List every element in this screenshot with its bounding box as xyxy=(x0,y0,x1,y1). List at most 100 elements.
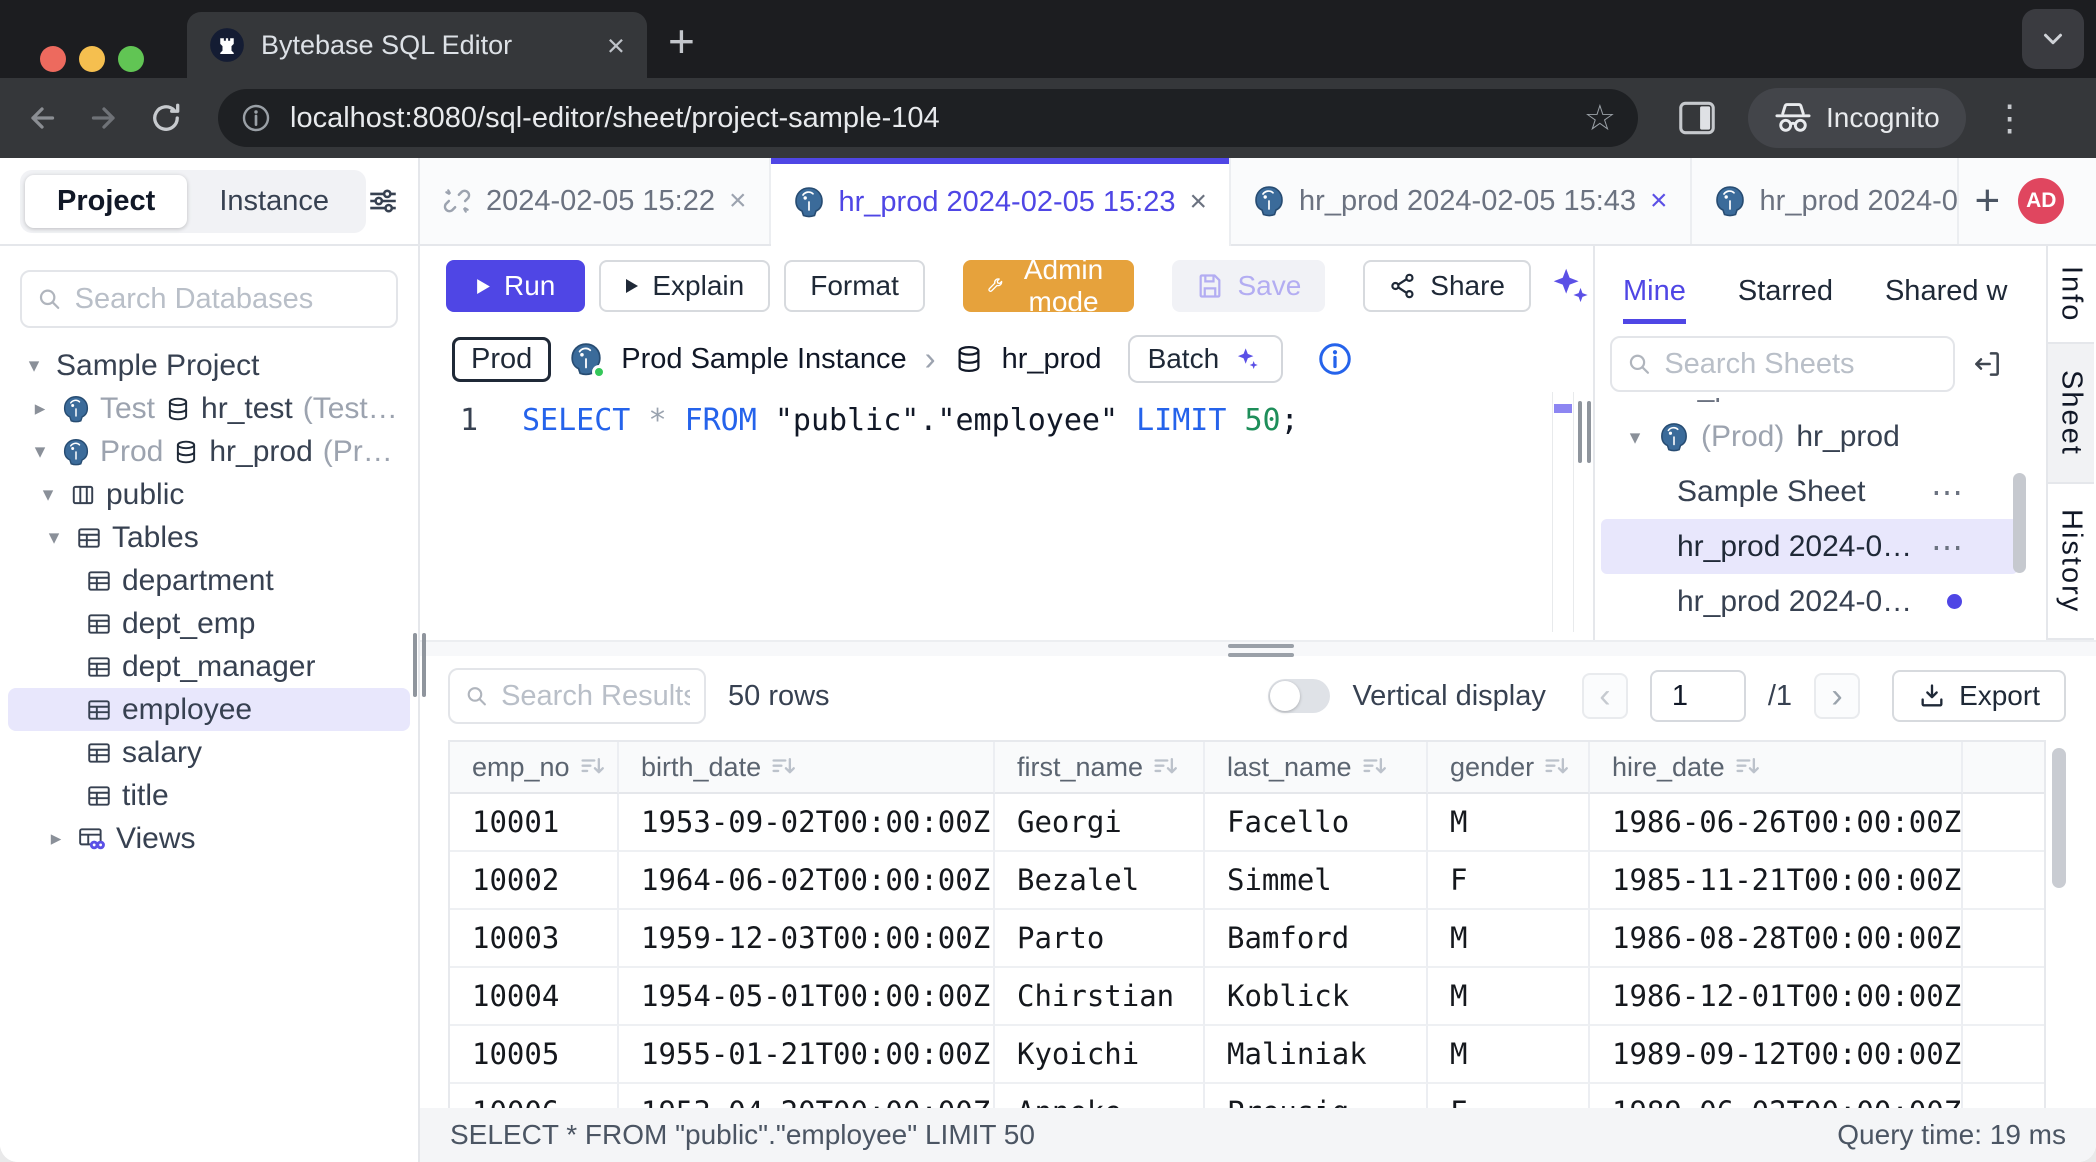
cell[interactable]: 1959-12-03T00:00:00Z xyxy=(619,910,995,968)
sheet-tab-active[interactable]: hr_prod 2024-02-05 15:23 × xyxy=(771,158,1232,246)
tab-shared-with-me[interactable]: Shared w xyxy=(1885,275,2017,324)
cell[interactable]: 1954-05-01T00:00:00Z xyxy=(619,968,995,1026)
sheet-item-clipped-bottom[interactable]: hr_prod 2024-0… xyxy=(1601,629,2018,640)
vertical-display-toggle[interactable] xyxy=(1268,679,1330,713)
cell[interactable]: M xyxy=(1428,1026,1590,1084)
batch-mode-button[interactable]: Batch xyxy=(1128,335,1284,383)
run-button[interactable]: Run xyxy=(446,260,585,312)
cell[interactable]: M xyxy=(1428,910,1590,968)
ai-assistant-button[interactable] xyxy=(1547,263,1593,309)
column-header-hire-date[interactable]: hire_date xyxy=(1590,742,1963,794)
minimize-window-button[interactable] xyxy=(79,46,105,72)
column-header-gender[interactable]: gender xyxy=(1428,742,1590,794)
tab-close-icon[interactable]: × xyxy=(607,30,625,61)
cell[interactable]: Bamford xyxy=(1205,910,1428,968)
close-icon[interactable]: × xyxy=(1190,187,1208,217)
tree-item-database-test[interactable]: ▸ Test hr_test (Test… xyxy=(0,387,418,430)
caret-down-icon[interactable]: ▾ xyxy=(28,439,52,464)
environment-chip[interactable]: Prod xyxy=(452,337,551,382)
column-header-birth-date[interactable]: birth_date xyxy=(619,742,995,794)
sort-icon[interactable] xyxy=(1735,754,1761,780)
tree-item-table-dept-manager[interactable]: dept_manager xyxy=(0,645,418,688)
close-icon[interactable]: × xyxy=(729,186,747,216)
cell[interactable]: Koblick xyxy=(1205,968,1428,1026)
caret-right-icon[interactable]: ▸ xyxy=(28,396,52,421)
explain-button[interactable]: Explain xyxy=(599,260,770,312)
site-info-icon[interactable] xyxy=(240,102,272,134)
cell[interactable]: Simmel xyxy=(1205,852,1428,910)
more-menu-icon[interactable]: ⋯ xyxy=(1931,528,1966,566)
browser-menu-button[interactable]: ⋮ xyxy=(1992,97,2028,139)
prev-page-button[interactable]: ‹ xyxy=(1582,673,1628,719)
cell[interactable]: 1964-06-02T00:00:00Z xyxy=(619,852,995,910)
sheet-list-scrollbar[interactable] xyxy=(2013,473,2026,573)
user-avatar[interactable]: AD xyxy=(2018,178,2064,224)
tab-mine[interactable]: Mine xyxy=(1623,275,1686,324)
more-menu-icon[interactable]: ⋯ xyxy=(1931,473,1966,511)
caret-down-icon[interactable]: ▾ xyxy=(1623,425,1647,450)
cell[interactable]: 1986-12-01T00:00:00Z xyxy=(1590,968,1963,1026)
editor-panel-resize-handle[interactable] xyxy=(1578,401,1591,463)
results-scrollbar[interactable] xyxy=(2052,748,2066,888)
tab-project[interactable]: Project xyxy=(25,175,187,228)
save-button[interactable]: Save xyxy=(1172,260,1325,312)
tree-item-table-salary[interactable]: salary xyxy=(0,731,418,774)
sort-icon[interactable] xyxy=(1153,754,1179,780)
cell[interactable]: 1989-06-02T00:00:00Z xyxy=(1590,1084,1963,1108)
tree-item-tables-group[interactable]: ▾ Tables xyxy=(0,516,418,559)
rail-tab-sheet[interactable]: Sheet xyxy=(2048,344,2094,484)
cell[interactable]: 1989-09-12T00:00:00Z xyxy=(1590,1026,1963,1084)
tree-item-project[interactable]: ▾ Sample Project xyxy=(0,344,418,387)
database-search-input[interactable] xyxy=(75,283,382,316)
tab-instance[interactable]: Instance xyxy=(187,175,361,228)
cell[interactable]: 1986-08-28T00:00:00Z xyxy=(1590,910,1963,968)
database-name[interactable]: hr_prod xyxy=(1002,343,1102,376)
results-search-input[interactable] xyxy=(501,680,690,713)
close-window-button[interactable] xyxy=(40,46,66,72)
sort-icon[interactable] xyxy=(1362,754,1388,780)
cell[interactable]: 10004 xyxy=(450,968,619,1026)
format-button[interactable]: Format xyxy=(784,260,925,312)
rail-tab-history[interactable]: History xyxy=(2048,484,2094,640)
export-button[interactable]: Export xyxy=(1892,670,2066,722)
sheet-item-clipped-top[interactable]: hr_prod 2024-0… xyxy=(1595,398,2024,410)
cell[interactable]: Georgi xyxy=(995,794,1205,852)
cell[interactable]: 1986-06-26T00:00:00Z xyxy=(1590,794,1963,852)
sheet-item-selected[interactable]: hr_prod 2024-0… ⋯ xyxy=(1601,519,2018,574)
filter-settings-button[interactable] xyxy=(366,184,400,218)
cell[interactable]: Anneke xyxy=(995,1084,1205,1108)
column-header-emp-no[interactable]: emp_no xyxy=(450,742,619,794)
tree-item-views-group[interactable]: ▸ Views xyxy=(0,817,418,860)
cell[interactable]: F xyxy=(1428,1084,1590,1108)
cell[interactable]: 1955-01-21T00:00:00Z xyxy=(619,1026,995,1084)
cell[interactable]: 10005 xyxy=(450,1026,619,1084)
new-tab-button[interactable]: + xyxy=(668,14,695,68)
maximize-window-button[interactable] xyxy=(118,46,144,72)
collapse-panel-button[interactable] xyxy=(1971,348,2003,380)
caret-down-icon[interactable]: ▾ xyxy=(22,353,46,378)
sort-icon[interactable] xyxy=(580,754,606,780)
back-button[interactable] xyxy=(22,98,62,138)
cell[interactable]: 10001 xyxy=(450,794,619,852)
results-split-divider[interactable] xyxy=(420,640,2096,656)
cell[interactable]: 10006 xyxy=(450,1084,619,1108)
sort-icon[interactable] xyxy=(771,754,797,780)
cell[interactable]: 1985-11-21T00:00:00Z xyxy=(1590,852,1963,910)
cell[interactable]: Bezalel xyxy=(995,852,1205,910)
reload-button[interactable] xyxy=(146,98,186,138)
sheet-group-header[interactable]: ▾ (Prod) hr_prod xyxy=(1595,410,2024,464)
sheet-item[interactable]: hr_prod 2024-0… xyxy=(1601,574,2018,629)
bookmark-star-icon[interactable]: ☆ xyxy=(1584,97,1616,139)
caret-right-icon[interactable]: ▸ xyxy=(44,826,68,851)
cell[interactable]: Maliniak xyxy=(1205,1026,1428,1084)
cell[interactable]: 1953-04-20T00:00:00Z xyxy=(619,1084,995,1108)
editor-minimap-scrollbar[interactable] xyxy=(1552,392,1574,632)
side-panel-button[interactable] xyxy=(1678,101,1716,135)
instance-name[interactable]: Prod Sample Instance xyxy=(621,343,906,376)
sheet-tab[interactable]: hr_prod 2024-02-05 15:43 × xyxy=(1231,158,1692,244)
database-search[interactable] xyxy=(20,270,398,328)
sheet-tab-truncated[interactable]: hr_prod 2024-0 xyxy=(1692,158,1959,244)
tree-item-table-dept-emp[interactable]: dept_emp xyxy=(0,602,418,645)
tab-search-button[interactable] xyxy=(2022,9,2084,69)
caret-down-icon[interactable]: ▾ xyxy=(36,482,60,507)
